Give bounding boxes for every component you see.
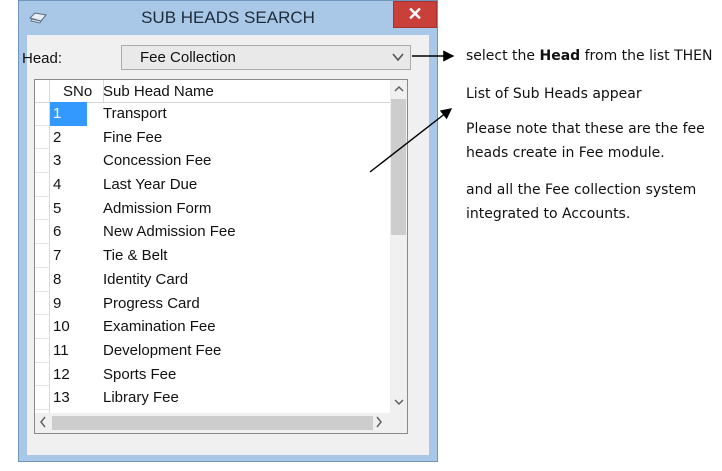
table-row[interactable]: 9 Progress Card	[35, 292, 390, 316]
scroll-up-icon[interactable]	[394, 85, 404, 93]
table-row[interactable]: 4 Last Year Due	[35, 173, 390, 197]
row-header-cell[interactable]	[35, 173, 49, 197]
annotation-integration-line2: integrated to Accounts.	[466, 206, 631, 222]
grid-header: SNo Sub Head Name	[35, 80, 390, 103]
sno-cell[interactable]: 8	[50, 268, 87, 292]
annotation-list-appear: List of Sub Heads appear	[466, 86, 642, 102]
table-row[interactable]: 10 Examination Fee	[35, 315, 390, 339]
grid-rows: 1 Transport 2 Fine Fee 3 Concession Fee 4 Last …	[35, 102, 390, 410]
annotation-select-head: select the Head from the list THEN	[466, 48, 713, 64]
row-header-cell[interactable]	[35, 339, 49, 363]
close-icon: ✕	[407, 4, 423, 24]
sno-cell[interactable]: 11	[50, 339, 87, 363]
sno-cell[interactable]: 9	[50, 292, 87, 316]
sub-head-name-cell[interactable]: Admission Form	[103, 197, 211, 220]
sub-head-name-cell[interactable]: Progress Card	[103, 292, 200, 315]
table-row[interactable]: 11 Development Fee	[35, 339, 390, 363]
sno-cell[interactable]: 3	[50, 149, 87, 173]
scroll-right-icon[interactable]	[375, 416, 383, 428]
scrollbar-corner	[390, 413, 407, 433]
row-header-cell[interactable]	[35, 386, 49, 410]
sub-head-name-cell[interactable]: Fine Fee	[103, 126, 162, 149]
sub-head-name-cell[interactable]: Tie & Belt	[103, 244, 167, 267]
vertical-scroll-thumb[interactable]	[391, 99, 406, 235]
table-row[interactable]: 7 Tie & Belt	[35, 244, 390, 268]
sno-cell[interactable]: 5	[50, 197, 87, 221]
close-button[interactable]: ✕	[393, 1, 437, 28]
sub-head-name-cell[interactable]: Sports Fee	[103, 363, 176, 386]
sno-cell[interactable]: 1	[50, 102, 87, 126]
row-header-cell[interactable]	[35, 220, 49, 245]
horizontal-scroll-thumb[interactable]	[52, 416, 373, 430]
sub-head-name-cell[interactable]: New Admission Fee	[103, 220, 236, 243]
table-row[interactable]: 8 Identity Card	[35, 268, 390, 292]
annotation-integration-line1: and all the Fee collection system	[466, 182, 697, 198]
scroll-left-icon[interactable]	[39, 416, 47, 428]
column-header-sno[interactable]: SNo	[63, 83, 92, 100]
sno-cell[interactable]: 12	[50, 363, 87, 387]
table-row[interactable]: 6 New Admission Fee	[35, 220, 390, 245]
column-divider	[49, 80, 50, 102]
sno-cell[interactable]: 4	[50, 173, 87, 197]
table-row[interactable]: 1 Transport	[35, 102, 390, 126]
sno-cell[interactable]: 7	[50, 244, 87, 268]
sub-head-name-cell[interactable]: Concession Fee	[103, 149, 211, 172]
horizontal-scrollbar[interactable]	[35, 413, 390, 433]
row-header-cell[interactable]	[35, 268, 49, 292]
sno-cell[interactable]: 13	[50, 386, 87, 410]
scroll-down-icon[interactable]	[394, 398, 404, 406]
sno-cell[interactable]: 6	[50, 220, 87, 244]
row-header-cell[interactable]	[35, 315, 49, 339]
sub-head-name-cell[interactable]: Library Fee	[103, 386, 179, 409]
head-label: Head:	[22, 50, 63, 67]
table-row[interactable]: 3 Concession Fee	[35, 149, 390, 174]
row-header-cell[interactable]	[35, 292, 49, 316]
chevron-down-icon	[392, 53, 404, 62]
table-row[interactable]: 12 Sports Fee	[35, 363, 390, 387]
column-header-sub-head-name[interactable]: Sub Head Name	[103, 83, 214, 100]
sub-head-name-cell[interactable]: Transport	[103, 102, 167, 125]
annotation-note-line1: Please note that these are the fee	[466, 121, 705, 137]
sno-cell[interactable]: 10	[50, 315, 87, 339]
row-header-cell[interactable]	[35, 102, 49, 126]
sub-head-name-cell[interactable]: Identity Card	[103, 268, 188, 291]
table-row[interactable]: 5 Admission Form	[35, 197, 390, 221]
window-title: SUB HEADS SEARCH	[141, 8, 315, 27]
table-row[interactable]: 13 Library Fee	[35, 386, 390, 410]
head-dropdown[interactable]: Fee Collection	[121, 45, 411, 70]
row-header-cell[interactable]	[35, 363, 49, 387]
row-header-cell[interactable]	[35, 197, 49, 221]
sub-heads-grid[interactable]: SNo Sub Head Name 1 Transport 2 Fine Fee 3 Co…	[34, 79, 408, 434]
vertical-scrollbar[interactable]	[390, 80, 407, 413]
row-header-cell[interactable]	[35, 244, 49, 268]
sub-head-name-cell[interactable]: Examination Fee	[103, 315, 216, 338]
title-bar[interactable]: SUB HEADS SEARCH ✕	[19, 1, 437, 35]
table-row[interactable]: 2 Fine Fee	[35, 126, 390, 150]
annotation-note-line2: heads create in Fee module.	[466, 145, 665, 161]
sub-head-name-cell[interactable]: Development Fee	[103, 339, 221, 362]
row-header-cell[interactable]	[35, 126, 49, 150]
sno-cell[interactable]: 2	[50, 126, 87, 150]
sub-head-name-cell[interactable]: Last Year Due	[103, 173, 197, 196]
row-header-cell[interactable]	[35, 149, 49, 174]
head-dropdown-value: Fee Collection	[140, 49, 236, 66]
